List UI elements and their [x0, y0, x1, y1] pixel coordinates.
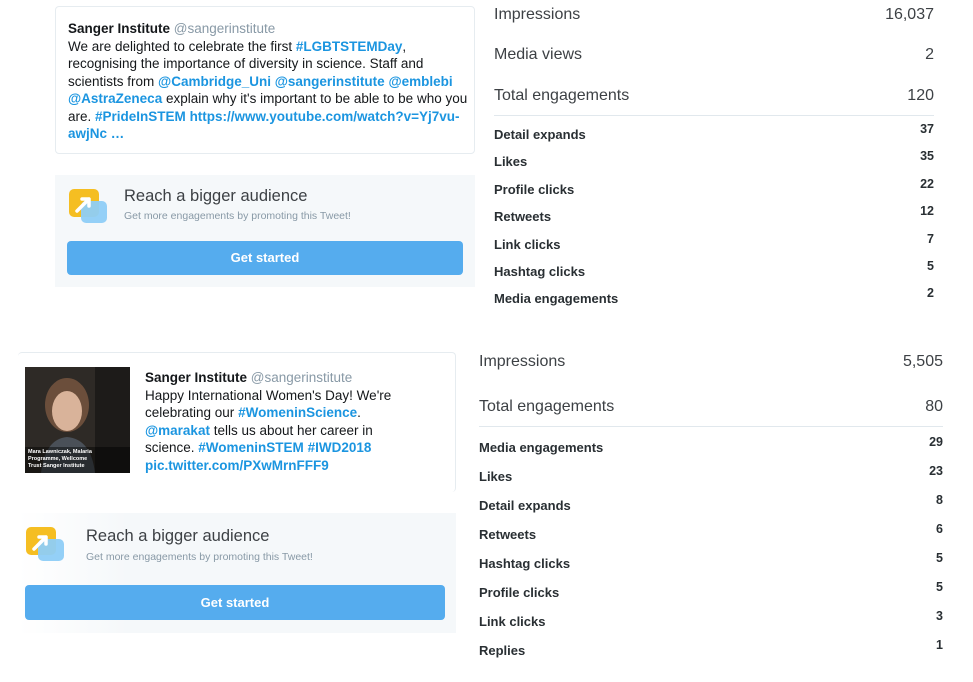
tweet-text-segment: We are delighted to celebrate the first [68, 38, 296, 54]
stat-value: 5 [936, 551, 943, 565]
stat-value: 3 [936, 609, 943, 623]
promote-title: Reach a bigger audience [86, 527, 270, 545]
stat-label: Likes [479, 469, 513, 484]
tweet-link[interactable]: @emblebi [388, 74, 452, 89]
stat-label: Impressions [479, 353, 566, 370]
stat-label: Link clicks [494, 236, 561, 252]
tweet-card-1[interactable]: Sanger Institute @sangerinstitute We are… [55, 6, 475, 154]
stat-value: 5 [927, 259, 934, 273]
stat-label: Hashtag clicks [479, 556, 571, 571]
divider [479, 426, 943, 427]
get-started-button[interactable]: Get started [25, 585, 445, 620]
stat-value: 7 [927, 231, 934, 246]
stat-label: Detail expands [479, 498, 571, 513]
tweet-photo[interactable]: Mara Lawniczak, Malaria Programme, Wellc… [25, 367, 130, 473]
stat-label: Retweets [494, 209, 552, 225]
stat-label: Profile clicks [479, 585, 560, 600]
stat-value: 8 [936, 493, 943, 507]
tweet-link[interactable]: #PrideInSTEM [95, 109, 186, 124]
megaphone-icon [67, 187, 109, 225]
stat-value: 5 [936, 580, 943, 594]
tweet-link[interactable]: @sangerinstitute [275, 74, 385, 89]
tweet-link[interactable]: #LGBTSTEMDay [296, 39, 403, 54]
stat-label: Link clicks [479, 614, 546, 629]
stat-value: 2 [927, 286, 934, 301]
stat-value: 2 [925, 46, 934, 63]
stat-label: Total engagements [494, 87, 630, 104]
tweet-link[interactable]: pic.twitter.com/PXwMrnFFF9 [145, 458, 329, 473]
stat-label: Likes [494, 154, 528, 170]
stat-value: 35 [920, 149, 934, 164]
stat-label: Media views [494, 46, 583, 63]
promote-subtitle: Get more engagements by promoting this T… [86, 551, 313, 563]
tweet-text-segment: . [357, 405, 361, 420]
stat-value: 6 [936, 522, 943, 536]
tweet-link[interactable]: #IWD2018 [308, 440, 372, 455]
stat-label: Replies [479, 643, 526, 658]
tweet-card-2[interactable]: Mara Lawniczak, Malaria Programme, Wellc… [18, 352, 456, 492]
tweet-body: We are delighted to celebrate the first … [68, 39, 467, 142]
stat-label: Media engagements [494, 291, 619, 307]
tweet-link[interactable]: @AstraZeneca [68, 91, 162, 106]
promote-title: Reach a bigger audience [124, 187, 308, 205]
stat-value: 16,037 [885, 6, 934, 23]
stat-label: Total engagements [479, 398, 615, 415]
stat-value: 12 [920, 204, 934, 219]
stat-label: Profile clicks [494, 181, 575, 197]
stat-value: 23 [929, 464, 943, 478]
stat-value: 22 [920, 176, 934, 191]
tweet-2-stats: Impressions 5,505 Total engagements 80 M… [479, 345, 943, 665]
stat-label: Media engagements [479, 440, 604, 455]
stat-value: 120 [907, 87, 934, 104]
stat-label: Retweets [479, 527, 537, 542]
tweet-1-stats: Impressions 16,037 Media views 2 Total e… [494, 0, 934, 310]
stat-value: 80 [925, 398, 943, 415]
stat-label: Impressions [494, 6, 581, 23]
tweet-link[interactable]: #WomeninSTEM [198, 440, 304, 455]
tweet-body: Happy International Women's Day! We're c… [145, 388, 391, 473]
megaphone-icon [24, 525, 66, 563]
tweet-author[interactable]: Sanger Institute [145, 370, 247, 385]
promote-subtitle: Get more engagements by promoting this T… [124, 210, 351, 222]
tweet-link[interactable]: #WomeninScience [238, 405, 357, 420]
promote-panel-1: Reach a bigger audience Get more engagem… [55, 175, 475, 287]
stat-value: 1 [936, 638, 943, 652]
tweet-link[interactable]: @Cambridge_Uni [158, 74, 271, 89]
stat-value: 5,505 [902, 353, 943, 370]
stat-label: Detail expands [494, 127, 586, 142]
stat-label: Hashtag clicks [494, 264, 586, 279]
tweet-author[interactable]: Sanger Institute [68, 21, 170, 36]
tweet-handle[interactable]: @sangerinstitute [174, 21, 276, 36]
promote-panel-2: Reach a bigger audience Get more engagem… [18, 513, 456, 633]
stat-value: 29 [929, 435, 943, 449]
tweet-link[interactable]: @marakat [145, 423, 210, 438]
photo-caption: Mara Lawniczak, Malaria Programme, Wellc… [28, 449, 92, 469]
stat-value: 37 [920, 122, 934, 136]
divider [494, 115, 934, 116]
tweet-handle[interactable]: @sangerinstitute [251, 370, 353, 385]
get-started-button[interactable]: Get started [67, 241, 463, 275]
